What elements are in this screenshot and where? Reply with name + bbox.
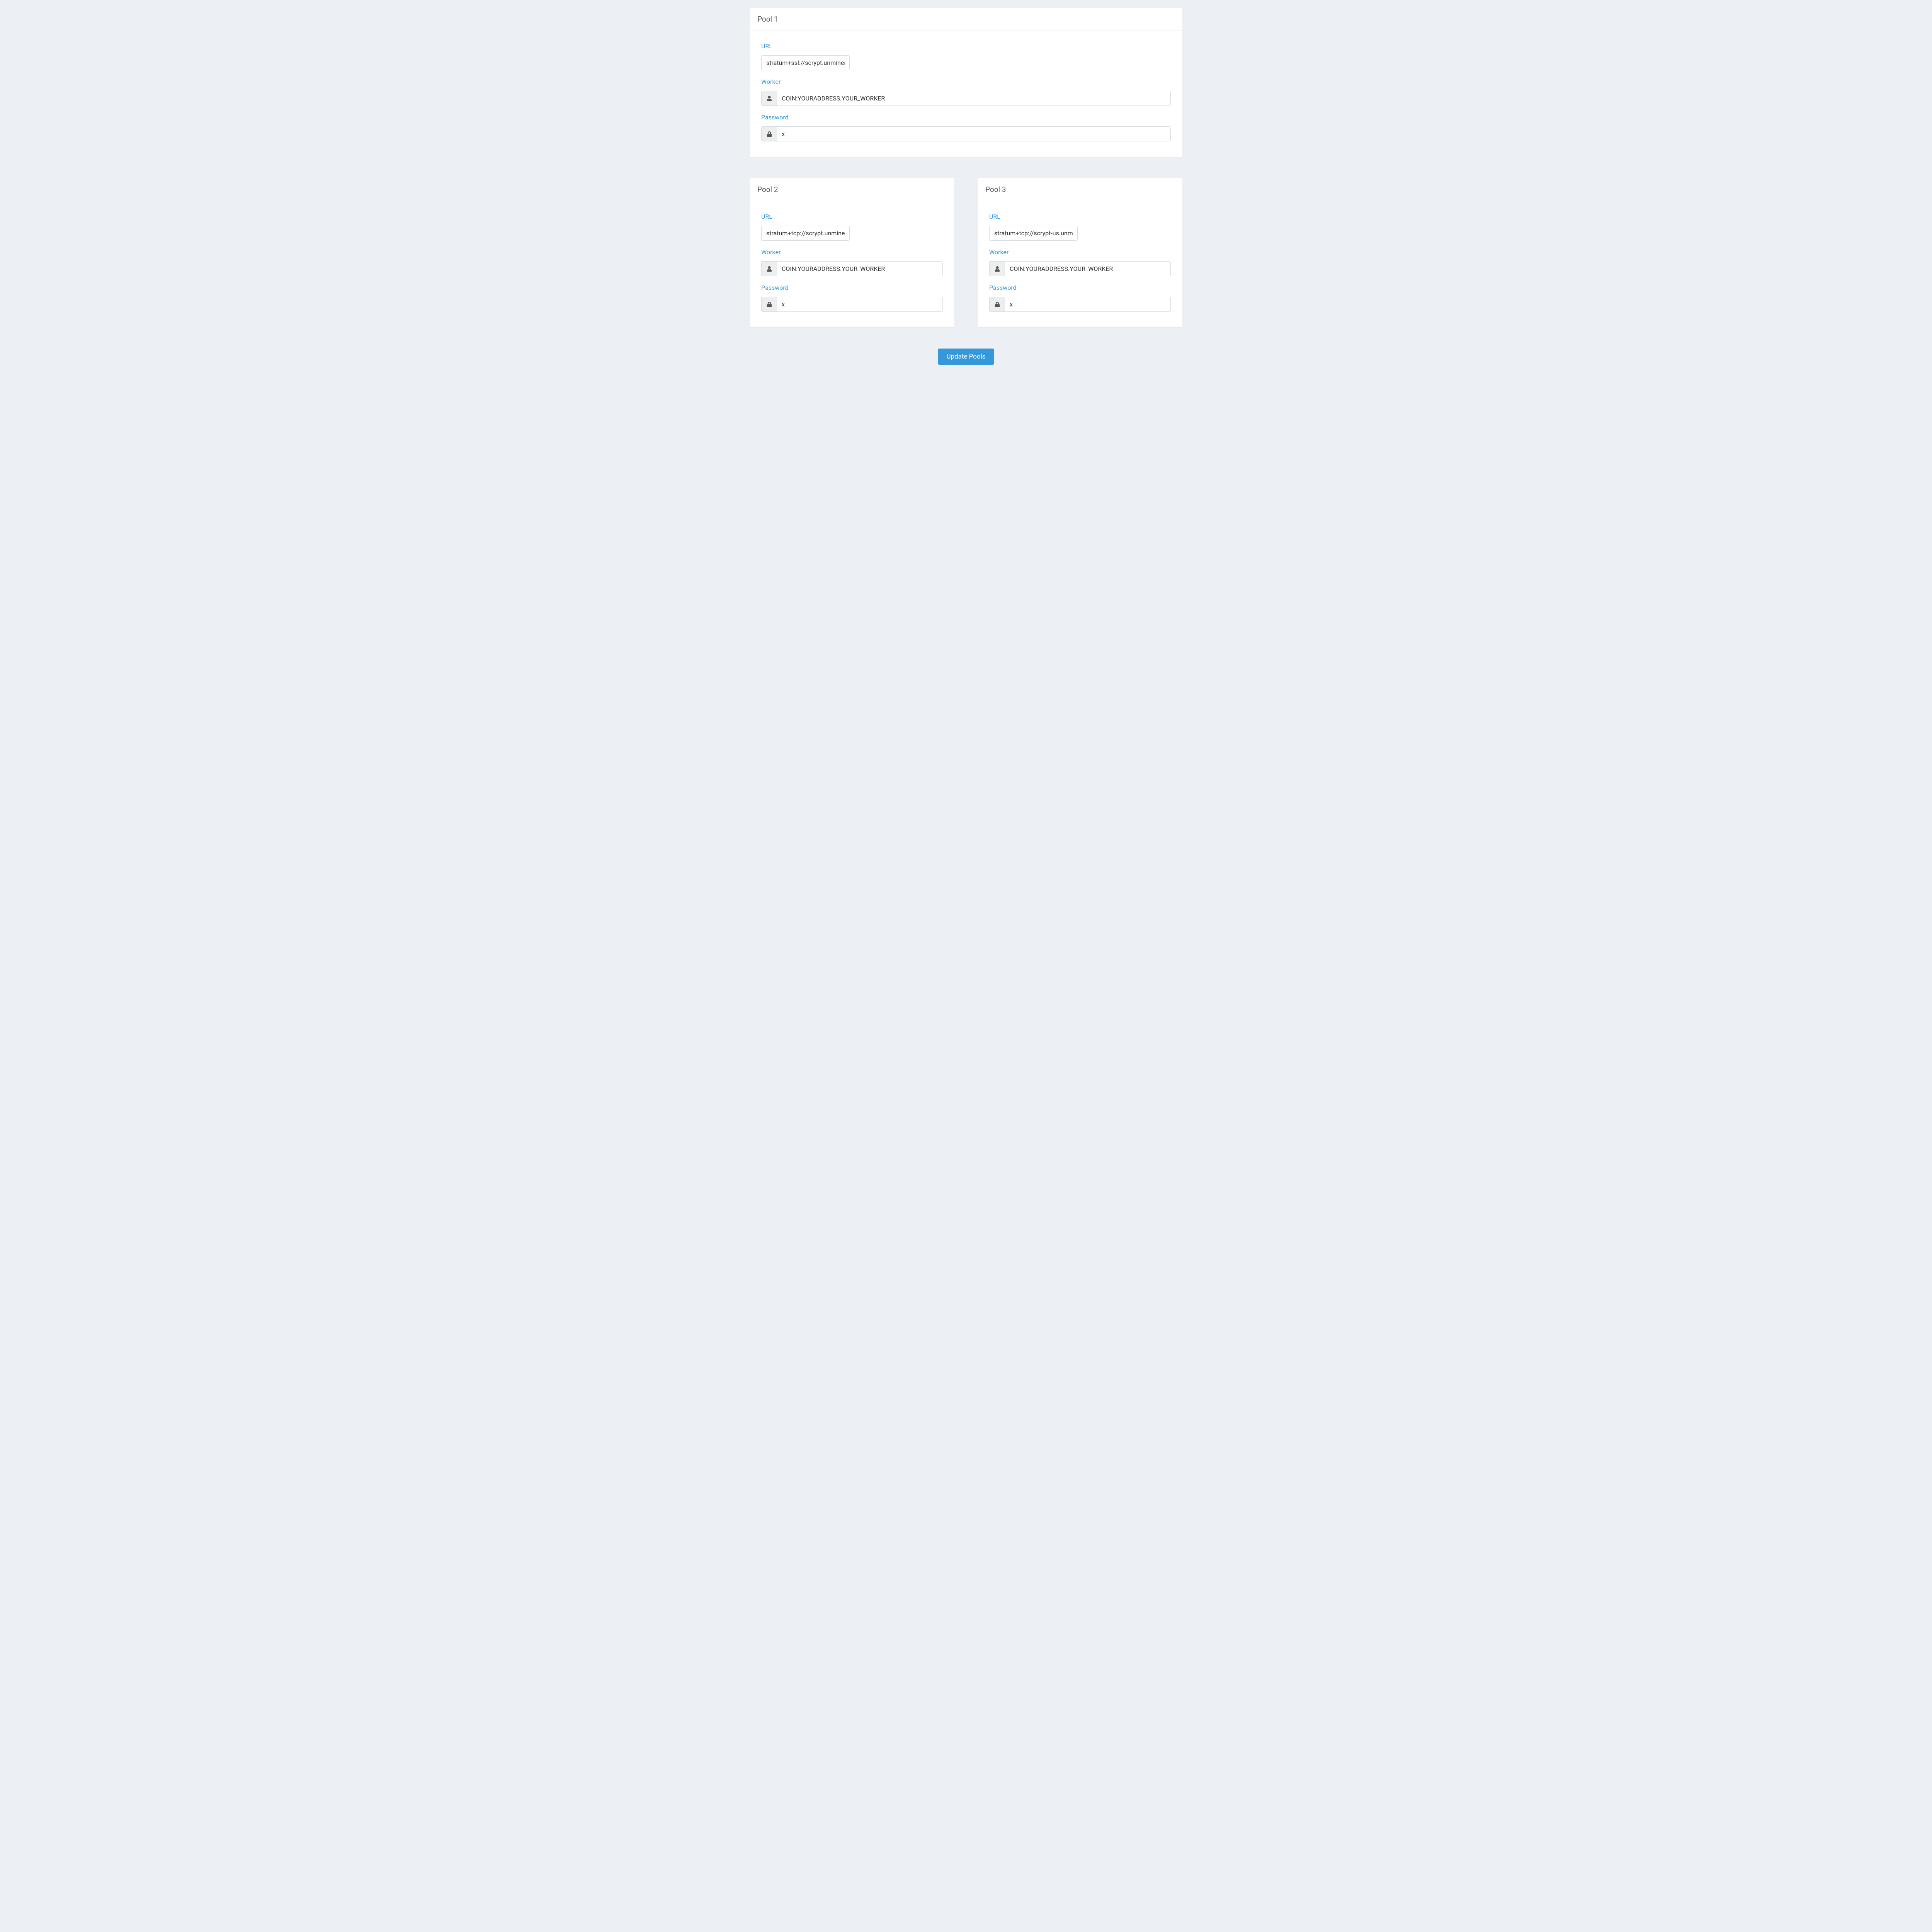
pool-1-card: Pool 1 URL Worker Password bbox=[750, 8, 1182, 157]
pool-1-url-group: URL bbox=[761, 43, 1171, 70]
pool-2-card: Pool 2 URL Worker bbox=[750, 178, 954, 327]
pool-2-header: Pool 2 bbox=[750, 178, 954, 201]
user-icon bbox=[761, 91, 777, 106]
pool-3-col: Pool 3 URL Worker bbox=[978, 178, 1182, 327]
pool-1-password-group: Password bbox=[761, 114, 1171, 141]
lock-icon bbox=[761, 297, 777, 312]
pool-1-url-label: URL bbox=[761, 43, 1171, 50]
pool-3-url-input[interactable] bbox=[989, 226, 1078, 241]
update-button-wrap: Update Pools bbox=[750, 349, 1182, 372]
pool-2-worker-group: Worker bbox=[761, 248, 943, 276]
pool-2-worker-label: Worker bbox=[761, 248, 943, 256]
lock-icon bbox=[761, 126, 777, 141]
pool-3-password-input[interactable] bbox=[1005, 297, 1171, 312]
pools-row: Pool 2 URL Worker bbox=[750, 178, 1182, 327]
pool-3-body: URL Worker Password bbox=[978, 201, 1182, 327]
pool-3-card: Pool 3 URL Worker bbox=[978, 178, 1182, 327]
pool-2-url-label: URL bbox=[761, 213, 943, 220]
pool-2-password-label: Password bbox=[761, 284, 943, 291]
pool-2-url-input[interactable] bbox=[761, 226, 850, 241]
pool-3-header: Pool 3 bbox=[978, 178, 1182, 201]
pool-2-password-input[interactable] bbox=[777, 297, 943, 312]
pool-1-password-input[interactable] bbox=[777, 126, 1171, 141]
pool-2-col: Pool 2 URL Worker bbox=[750, 178, 954, 327]
pool-1-password-label: Password bbox=[761, 114, 1171, 121]
pool-2-title: Pool 2 bbox=[757, 185, 947, 194]
pool-1-worker-group: Worker bbox=[761, 78, 1171, 106]
pool-1-body: URL Worker Password bbox=[750, 31, 1182, 157]
update-pools-button[interactable]: Update Pools bbox=[938, 349, 994, 365]
user-icon bbox=[761, 261, 777, 276]
pool-3-worker-input[interactable] bbox=[1005, 261, 1171, 276]
pool-3-url-group: URL bbox=[989, 213, 1171, 241]
pool-2-body: URL Worker Password bbox=[750, 201, 954, 327]
user-icon bbox=[989, 261, 1005, 276]
pool-2-worker-input[interactable] bbox=[777, 261, 943, 276]
pool-1-header: Pool 1 bbox=[750, 8, 1182, 31]
pool-1-title: Pool 1 bbox=[757, 15, 1175, 24]
pool-3-worker-label: Worker bbox=[989, 248, 1171, 256]
pool-3-title: Pool 3 bbox=[985, 185, 1175, 194]
pool-1-worker-input[interactable] bbox=[777, 91, 1171, 106]
pool-3-worker-group: Worker bbox=[989, 248, 1171, 276]
lock-icon bbox=[989, 297, 1005, 312]
pool-1-worker-label: Worker bbox=[761, 78, 1171, 85]
pools-config-container: Pool 1 URL Worker Password bbox=[750, 8, 1182, 372]
pool-3-password-group: Password bbox=[989, 284, 1171, 312]
pool-2-password-group: Password bbox=[761, 284, 943, 312]
pool-3-password-label: Password bbox=[989, 284, 1171, 291]
pool-2-url-group: URL bbox=[761, 213, 943, 241]
pool-3-url-label: URL bbox=[989, 213, 1171, 220]
pool-1-url-input[interactable] bbox=[761, 55, 850, 70]
